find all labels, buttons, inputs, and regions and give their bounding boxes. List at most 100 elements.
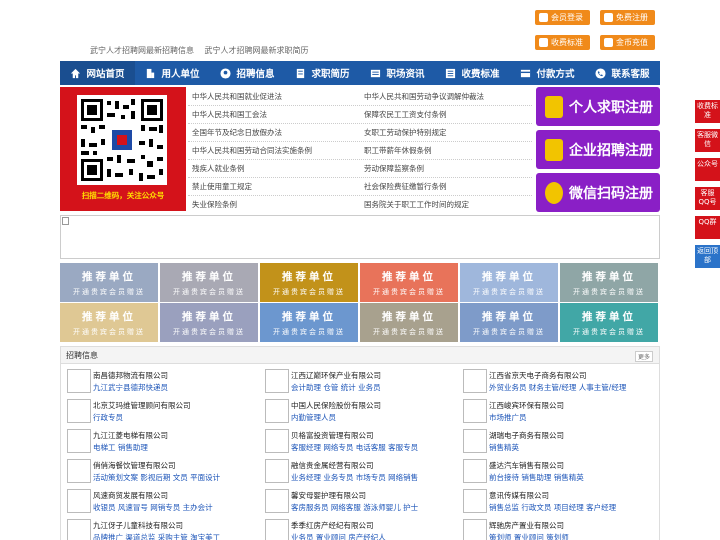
nav-home[interactable]: 网站首页 [60, 61, 135, 85]
job-item[interactable]: 湖瑞电子商务有限公司 销售精英 [457, 426, 647, 456]
nav-pricing[interactable]: 收费标准 [435, 61, 510, 85]
company-logo[interactable] [265, 459, 289, 483]
side-back-to-top[interactable]: 返回顶部 [695, 245, 720, 268]
company-name[interactable]: 盛达汽车销售有限公司 [489, 460, 564, 471]
job-positions[interactable]: 业务员 置业顾问 房产经纪人 [291, 532, 386, 540]
company-logo[interactable] [265, 519, 289, 540]
job-item[interactable]: 江西峻宾环保有限公司 市场推广员 [457, 396, 647, 426]
job-item[interactable]: 北京艾玛维管理顾问有限公司 行政专员 [61, 396, 251, 426]
job-positions[interactable]: 九江武宁县德邦快递员 [93, 382, 168, 393]
law-link[interactable]: 社会保险费征缴暂行条例 [364, 181, 447, 192]
job-item[interactable]: 融信贵金属经营有限公司 业务经理 业务专员 市场专员 网络销售 [259, 456, 449, 486]
company-name[interactable]: 九江伢子儿童科技有限公司 [93, 520, 183, 531]
recommend-slot[interactable]: 推荐单位 开通贵宾会员赠送 [160, 303, 258, 342]
job-item[interactable]: 风速商贸发展有限公司 收银员 风速冒号 网销专员 主办会计 [61, 486, 251, 516]
law-link[interactable]: 中华人民共和国劳动合同法实施条例 [192, 145, 312, 156]
company-name[interactable]: 俏俏海餐饮管理有限公司 [93, 460, 176, 471]
company-logo[interactable] [463, 399, 487, 423]
law-link[interactable]: 保障农民工工资支付条例 [364, 109, 447, 120]
recommend-slot[interactable]: 推荐单位 开通贵宾会员赠送 [460, 263, 558, 302]
company-logo[interactable] [67, 519, 91, 540]
recommend-slot[interactable]: 推荐单位 开通贵宾会员赠送 [460, 303, 558, 342]
law-link[interactable]: 残疾人就业条例 [192, 163, 245, 174]
law-link[interactable]: 失业保险条例 [192, 199, 237, 210]
job-item[interactable]: 辉驰房产置业有限公司 策划师 置业顾问 策划师 [457, 516, 647, 540]
latest-resumes-link[interactable]: 武宁人才招聘网最新求职简历 [205, 46, 309, 55]
job-positions[interactable]: 市场推广员 [489, 412, 527, 423]
law-link[interactable]: 中华人民共和国工会法 [192, 109, 267, 120]
law-link[interactable]: 全国年节及纪念日放假办法 [192, 127, 282, 138]
job-positions[interactable]: 收银员 风速冒号 网销专员 主办会计 [93, 502, 213, 513]
nav-news[interactable]: 职场资讯 [360, 61, 435, 85]
company-name[interactable]: 融信贵金属经营有限公司 [291, 460, 374, 471]
recommend-slot[interactable]: 推荐单位 开通贵宾会员赠送 [560, 303, 658, 342]
pricing-button[interactable]: 收费标准 [535, 35, 590, 50]
company-name[interactable]: 中国人民保险股份有限公司 [291, 400, 381, 411]
company-name[interactable]: 湖瑞电子商务有限公司 [489, 430, 564, 441]
company-name[interactable]: 江西峻宾环保有限公司 [489, 400, 564, 411]
recommend-slot[interactable]: 推荐单位 开通贵宾会员赠送 [260, 303, 358, 342]
nav-jobs[interactable]: 招聘信息 [210, 61, 285, 85]
company-name[interactable]: 意讯传媒有限公司 [489, 490, 549, 501]
company-name[interactable]: 九江江菱电梯有限公司 [93, 430, 168, 441]
job-item[interactable]: 江西辽巅环保产业有限公司 会计助理 仓管 统计 业务员 [259, 366, 449, 396]
recommend-slot[interactable]: 推荐单位 开通贵宾会员赠送 [560, 263, 658, 302]
job-positions[interactable]: 外贸业务员 财务主管/经理 人事主管/经理 [489, 382, 626, 393]
law-link[interactable]: 禁止使用童工规定 [192, 181, 252, 192]
free-register-button[interactable]: 免费注册 [600, 10, 655, 25]
company-name[interactable]: 江西辽巅环保产业有限公司 [291, 370, 381, 381]
more-jobs-link[interactable]: 更多 [634, 351, 653, 362]
recommend-slot[interactable]: 推荐单位 开通贵宾会员赠送 [360, 303, 458, 342]
job-item[interactable]: 俏俏海餐饮管理有限公司 活动策划文案 影视后期 文员 平面设计 [61, 456, 251, 486]
company-name[interactable]: 北京艾玛维管理顾问有限公司 [93, 400, 191, 411]
company-name[interactable]: 江西省京天电子商务有限公司 [489, 370, 587, 381]
company-logo[interactable] [463, 429, 487, 453]
job-positions[interactable]: 行政专员 [93, 412, 123, 423]
latest-jobs-link[interactable]: 武宁人才招聘网最新招聘信息 [90, 46, 194, 55]
company-logo[interactable] [463, 369, 487, 393]
side-wechat[interactable]: 客服微信 [695, 129, 720, 152]
job-positions[interactable]: 前台接待 销售助理 销售精英 [489, 472, 584, 483]
job-item[interactable]: 意讯传媒有限公司 销售总监 行政文员 项目经理 客户经理 [457, 486, 647, 516]
company-logo[interactable] [265, 489, 289, 513]
law-link[interactable]: 中华人民共和国就业促进法 [192, 91, 282, 102]
company-logo[interactable] [67, 429, 91, 453]
side-qq[interactable]: 客服QQ号 [695, 187, 720, 210]
job-positions[interactable]: 销售精英 [489, 442, 519, 453]
member-login-button[interactable]: 会员登录 [535, 10, 590, 25]
company-name[interactable]: 贝格富投资管理有限公司 [291, 430, 374, 441]
company-name[interactable]: 馨安母婴护理有限公司 [291, 490, 366, 501]
recommend-slot[interactable]: 推荐单位 开通贵宾会员赠送 [60, 263, 158, 302]
job-item[interactable]: 馨安母婴护理有限公司 客房服务员 网络客服 游泳师婴儿 护士 [259, 486, 449, 516]
job-positions[interactable]: 活动策划文案 影视后期 文员 平面设计 [93, 472, 220, 483]
recommend-slot[interactable]: 推荐单位 开通贵宾会员赠送 [60, 303, 158, 342]
recommend-slot[interactable]: 推荐单位 开通贵宾会员赠送 [360, 263, 458, 302]
job-positions[interactable]: 电梯工 销售助理 [93, 442, 148, 453]
law-link[interactable]: 女职工劳动保护特别规定 [364, 127, 447, 138]
job-positions[interactable]: 策划师 置业顾问 策划师 [489, 532, 569, 540]
company-logo[interactable] [265, 429, 289, 453]
recommend-slot[interactable]: 推荐单位 开通贵宾会员赠送 [260, 263, 358, 302]
company-logo[interactable] [463, 519, 487, 540]
recharge-button[interactable]: 金币充值 [600, 35, 655, 50]
job-positions[interactable]: 业务经理 业务专员 市场专员 网络销售 [291, 472, 418, 483]
company-logo[interactable] [265, 369, 289, 393]
nav-payment[interactable]: 付款方式 [510, 61, 585, 85]
company-logo[interactable] [67, 369, 91, 393]
job-item[interactable]: 南昌德邦物流有限公司 九江武宁县德邦快递员 [61, 366, 251, 396]
side-pricing[interactable]: 收费标准 [695, 100, 720, 123]
job-item[interactable]: 九江伢子儿童科技有限公司 品牌推广 渠道总监 采购主管 淘宝美工 [61, 516, 251, 540]
company-name[interactable]: 辉驰房产置业有限公司 [489, 520, 564, 531]
job-positions[interactable]: 品牌推广 渠道总监 采购主管 淘宝美工 [93, 532, 220, 540]
side-qq-group[interactable]: QQ群 [695, 216, 720, 239]
job-positions[interactable]: 内勤管理人员 [291, 412, 336, 423]
company-logo[interactable] [463, 459, 487, 483]
company-logo[interactable] [67, 459, 91, 483]
company-name[interactable]: 季季红房产经纪有限公司 [291, 520, 374, 531]
wechat-register-button[interactable]: 微信扫码注册 [536, 173, 660, 212]
job-positions[interactable]: 客房服务员 网络客服 游泳师婴儿 护士 [291, 502, 418, 513]
company-name[interactable]: 南昌德邦物流有限公司 [93, 370, 168, 381]
company-logo[interactable] [265, 399, 289, 423]
job-item[interactable]: 中国人民保险股份有限公司 内勤管理人员 [259, 396, 449, 426]
job-item[interactable]: 贝格富投资管理有限公司 客服经理 网络专员 电话客服 客服专员 [259, 426, 449, 456]
